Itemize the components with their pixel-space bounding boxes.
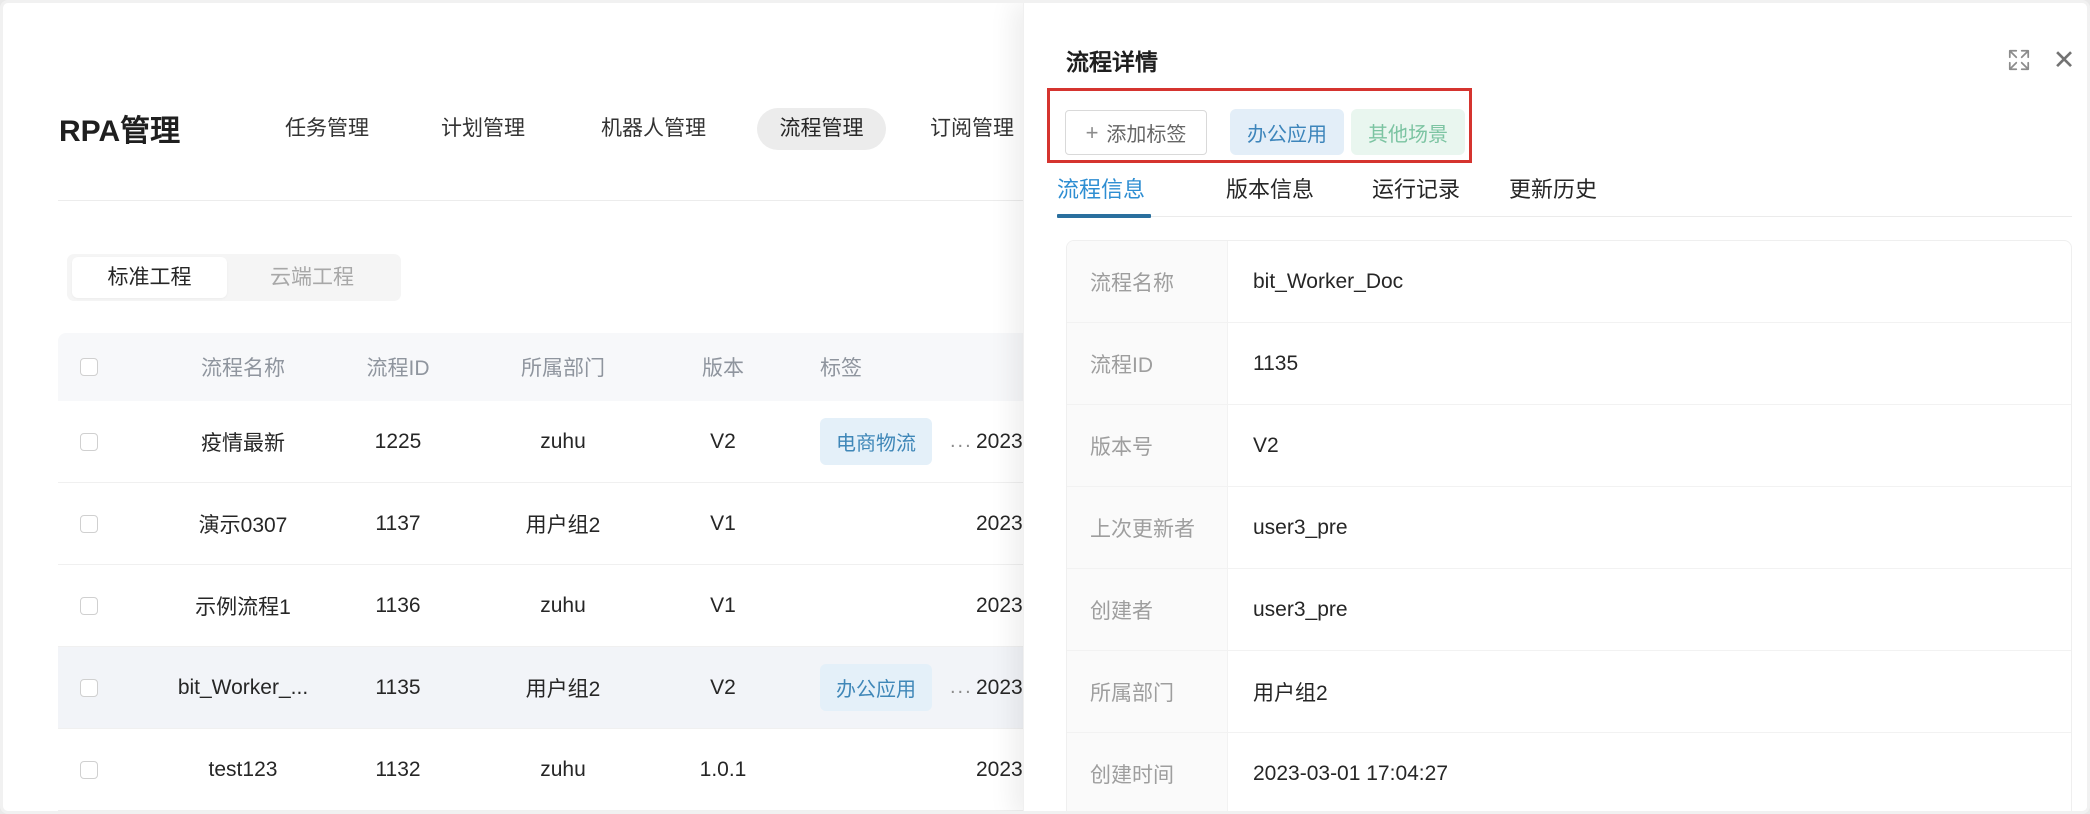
add-tag-button[interactable]: + 添加标签: [1065, 110, 1207, 155]
cell-process-id: 1137: [353, 512, 443, 536]
cell-process-name: test123: [133, 758, 353, 782]
cell-process-name: 示例流程1: [133, 591, 353, 621]
cell-department: 用户组2: [443, 673, 683, 703]
nav-tab-subscription-management[interactable]: 订阅管理: [930, 108, 1014, 150]
row-checkbox[interactable]: [80, 597, 98, 615]
select-all-checkbox[interactable]: [80, 358, 98, 376]
column-header-version: 版本: [683, 352, 763, 382]
cell-department: zuhu: [443, 594, 683, 618]
detail-row: 流程名称 bit_Worker_Doc: [1067, 241, 2071, 323]
plus-icon: +: [1086, 122, 1099, 144]
cell-version: V1: [683, 594, 763, 618]
row-checkbox[interactable]: [80, 761, 98, 779]
detail-row: 流程ID 1135: [1067, 323, 2071, 405]
nav-tab-robot-management[interactable]: 机器人管理: [601, 108, 706, 150]
cell-department: zuhu: [443, 430, 683, 454]
add-tag-label: 添加标签: [1106, 118, 1186, 147]
cell-process-name: 疫情最新: [133, 427, 353, 457]
field-label: 创建者: [1067, 569, 1228, 650]
field-label: 流程名称: [1067, 241, 1228, 322]
field-label: 上次更新者: [1067, 487, 1228, 568]
tab-version-info[interactable]: 版本信息: [1226, 171, 1314, 216]
column-header-tags: 标签: [763, 352, 963, 382]
panel-title: 流程详情: [1066, 43, 1158, 77]
tag-badge: 电商物流: [820, 418, 932, 465]
column-header-process-id: 流程ID: [353, 352, 443, 382]
field-label: 版本号: [1067, 405, 1228, 486]
tab-update-history[interactable]: 更新历史: [1509, 171, 1597, 216]
field-value-department: 用户组2: [1228, 651, 2071, 732]
field-label: 创建时间: [1067, 733, 1228, 814]
tab-process-info[interactable]: 流程信息: [1057, 171, 1145, 216]
panel-tag-office-app[interactable]: 办公应用: [1230, 109, 1344, 155]
tab-cloud-project[interactable]: 云端工程: [227, 254, 397, 301]
project-type-switch: 标准工程 云端工程: [67, 254, 401, 301]
tab-standard-project[interactable]: 标准工程: [72, 257, 227, 298]
cell-department: 用户组2: [443, 509, 683, 539]
detail-row: 上次更新者 user3_pre: [1067, 487, 2071, 569]
active-tab-underline: [1057, 214, 1151, 218]
close-icon[interactable]: ✕: [2049, 45, 2079, 75]
cell-process-id: 1136: [353, 594, 443, 618]
field-value-last-updater: user3_pre: [1228, 487, 2071, 568]
detail-row: 所属部门 用户组2: [1067, 651, 2071, 733]
tag-badge: 办公应用: [820, 664, 932, 711]
page-title: RPA管理: [59, 106, 180, 150]
cell-process-id: 1225: [353, 430, 443, 454]
rpa-management-screen: RPA管理 任务管理 计划管理 机器人管理 流程管理 订阅管理 标准工程 云端工…: [0, 0, 2090, 814]
column-header-process-name: 流程名称: [133, 352, 353, 382]
row-checkbox[interactable]: [80, 433, 98, 451]
tab-run-records[interactable]: 运行记录: [1372, 171, 1460, 216]
cell-version: V1: [683, 512, 763, 536]
field-label: 流程ID: [1067, 323, 1228, 404]
process-detail-fields: 流程名称 bit_Worker_Doc 流程ID 1135 版本号 V2 上次更…: [1066, 240, 2072, 814]
detail-row: 版本号 V2: [1067, 405, 2071, 487]
row-checkbox[interactable]: [80, 515, 98, 533]
nav-tab-process-management[interactable]: 流程管理: [757, 108, 886, 150]
field-value-process-id: 1135: [1228, 323, 2071, 404]
nav-tab-task-management[interactable]: 任务管理: [285, 108, 369, 150]
field-value-creator: user3_pre: [1228, 569, 2071, 650]
detail-row: 创建时间 2023-03-01 17:04:27: [1067, 733, 2071, 814]
field-value-process-name: bit_Worker_Doc: [1228, 241, 2071, 322]
cell-version: 1.0.1: [683, 758, 763, 782]
cell-version: V2: [683, 430, 763, 454]
cell-department: zuhu: [443, 758, 683, 782]
field-value-version: V2: [1228, 405, 2071, 486]
cell-process-id: 1132: [353, 758, 443, 782]
panel-tab-bar: 流程信息 版本信息 运行记录 更新历史: [1066, 171, 2072, 217]
detail-row: 创建者 user3_pre: [1067, 569, 2071, 651]
row-checkbox[interactable]: [80, 679, 98, 697]
expand-icon[interactable]: [2004, 45, 2034, 75]
field-value-create-time: 2023-03-01 17:04:27: [1228, 733, 2071, 814]
process-detail-panel: 流程详情 ✕ + 添加标签 办公应用 其他场景 流程信息 版本信息 运行记录 更…: [1023, 3, 2090, 814]
column-header-department: 所属部门: [443, 352, 683, 382]
cell-process-id: 1135: [353, 676, 443, 700]
cell-process-name: bit_Worker_...: [133, 676, 353, 700]
panel-tag-other-scene[interactable]: 其他场景: [1351, 109, 1465, 155]
field-label: 所属部门: [1067, 651, 1228, 732]
nav-tab-plan-management[interactable]: 计划管理: [441, 108, 525, 150]
cell-process-name: 演示0307: [133, 509, 353, 539]
cell-version: V2: [683, 676, 763, 700]
